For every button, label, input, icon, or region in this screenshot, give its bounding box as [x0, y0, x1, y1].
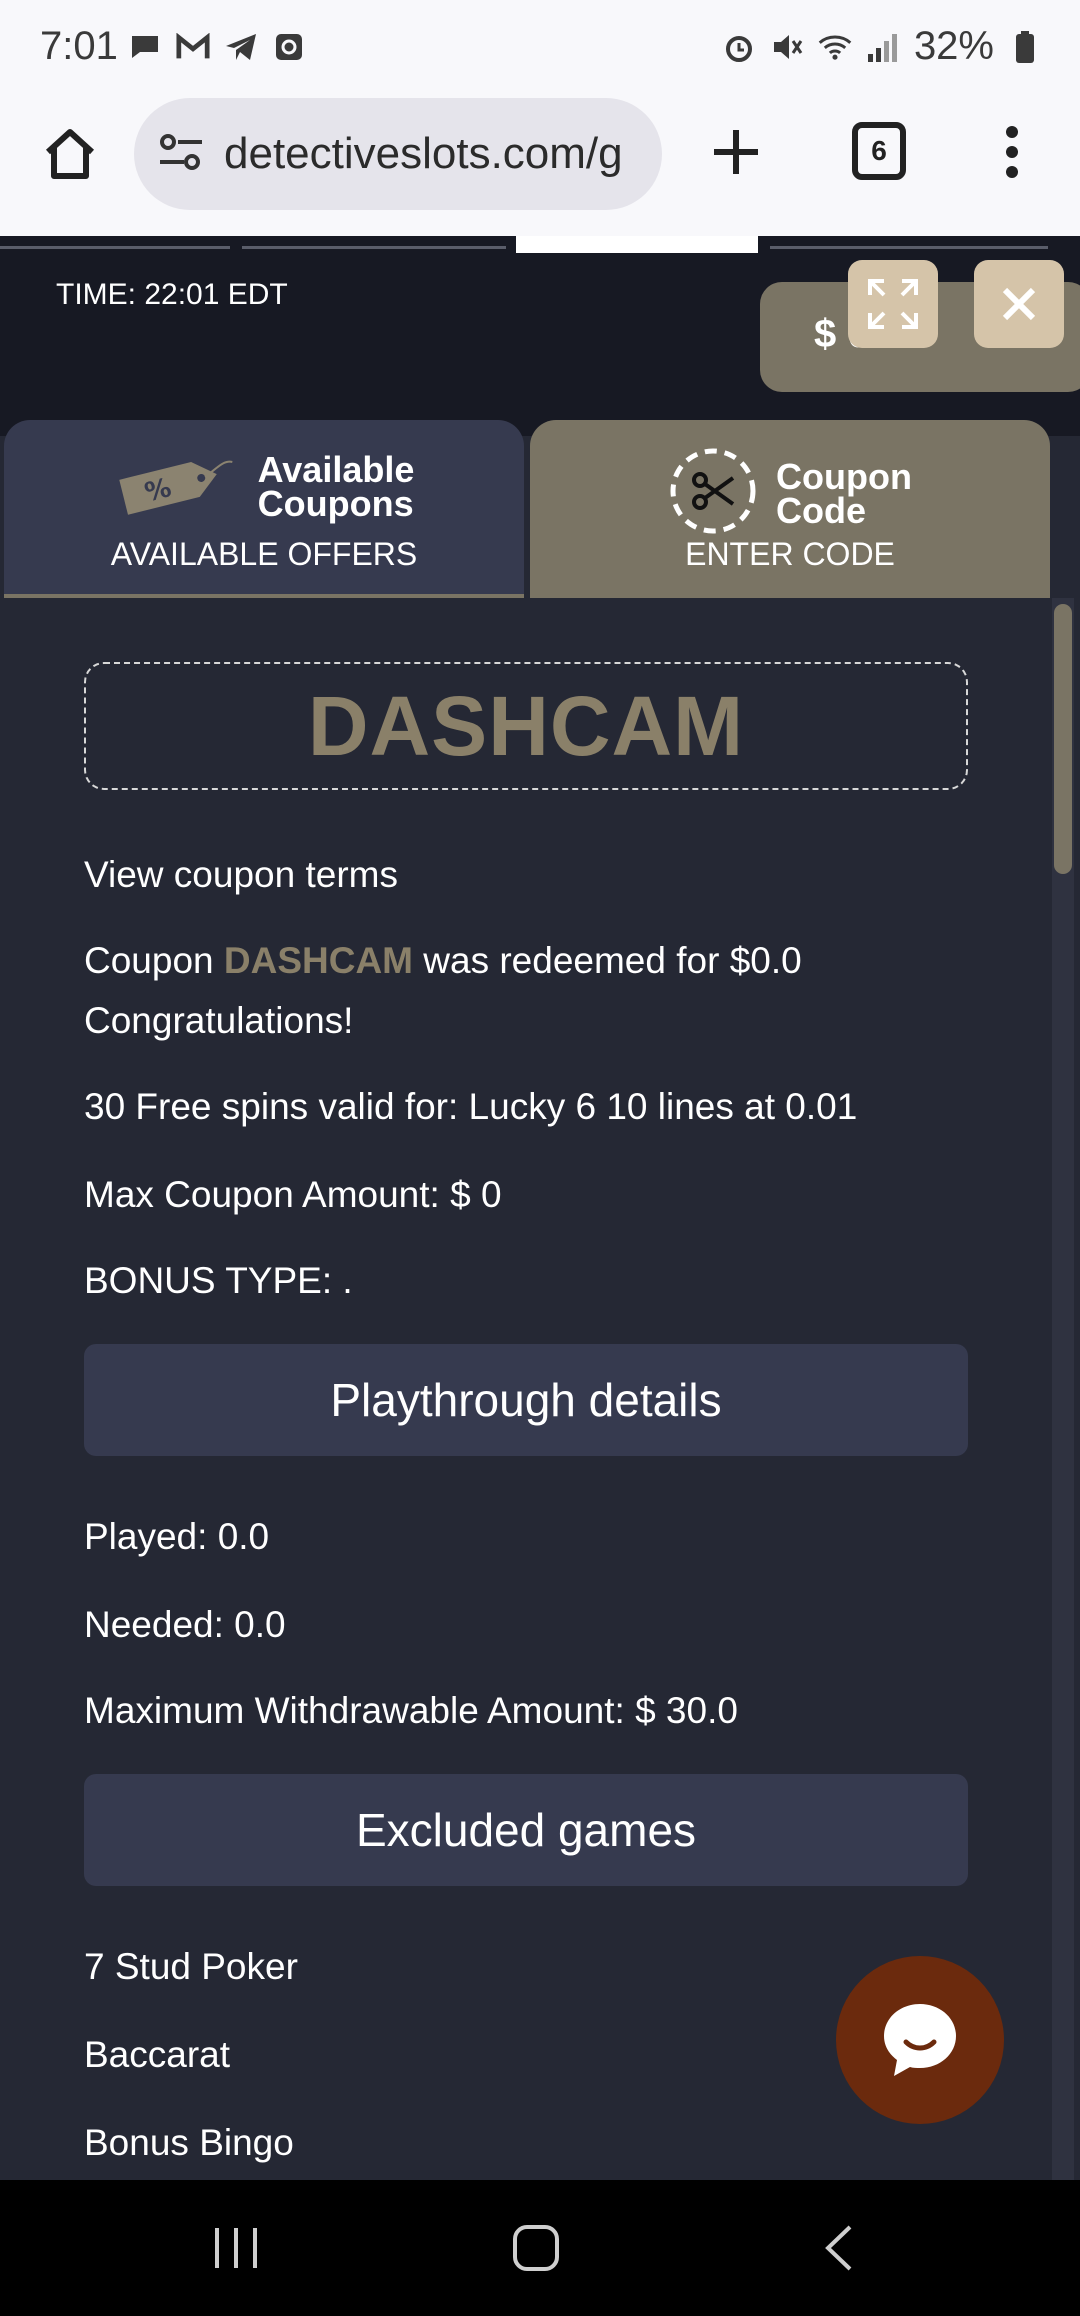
recent-apps-button[interactable] [196, 2218, 276, 2278]
excluded-game-item: 7 Stud Poker [84, 1946, 298, 1987]
excluded-game-item: Baccarat [84, 2034, 231, 2075]
playthrough-details-button[interactable]: Playthrough details [84, 1344, 968, 1456]
gmail-icon [176, 30, 210, 64]
home-icon [45, 129, 95, 179]
home-button[interactable] [34, 118, 106, 190]
new-tab-button[interactable] [700, 116, 772, 188]
redeemed-code: DASHCAM [223, 940, 413, 981]
scrollbar[interactable] [1052, 598, 1074, 2180]
server-time: TIME: 22:01 EDT [56, 278, 288, 311]
alarm-icon [722, 30, 756, 64]
price-tag-icon: % [114, 446, 240, 527]
excluded-games-button[interactable]: Excluded games [84, 1774, 968, 1886]
tab-available-title-1: Available [257, 448, 415, 490]
site-settings-icon[interactable] [158, 132, 204, 177]
mute-icon [770, 30, 804, 64]
redeemed-prefix: Coupon [84, 940, 224, 981]
address-bar[interactable]: detectiveslots.com/g [134, 98, 662, 210]
battery-percent: 32% [913, 24, 994, 68]
browser-toolbar: detectiveslots.com/g 6 [0, 98, 1080, 236]
congrats-message: Congratulations! [84, 1000, 354, 1041]
more-vert-icon [1006, 126, 1018, 178]
home-nav-icon [513, 2225, 559, 2271]
tab-coupon-code[interactable]: Coupon Code ENTER CODE [530, 420, 1050, 598]
plus-icon [714, 130, 758, 174]
system-nav-bar [0, 2180, 1080, 2316]
scissors-icon [668, 446, 758, 541]
excluded-game-item: Bonus Bingo [84, 2122, 294, 2163]
app-icon [272, 30, 306, 64]
scrollbar-thumb[interactable] [1054, 604, 1072, 874]
redeemed-message: Coupon DASHCAM was redeemed for $0.0 [84, 940, 802, 982]
view-terms-link[interactable]: View coupon terms [84, 854, 398, 896]
back-icon [825, 2225, 852, 2271]
chat-bubble-icon [884, 2004, 956, 2076]
fullscreen-button[interactable] [848, 260, 938, 348]
telegram-icon [224, 30, 258, 64]
more-menu-button[interactable] [990, 116, 1034, 188]
coupon-code-display: DASHCAM [84, 662, 968, 790]
url-text[interactable]: detectiveslots.com/g [224, 129, 623, 179]
tab-available-coupons[interactable]: % Available Coupons AVAILABLE OFFERS [4, 420, 524, 598]
chat-icon [128, 30, 162, 64]
tab-switcher-button[interactable]: 6 [852, 122, 906, 180]
home-nav-button[interactable] [496, 2218, 576, 2278]
played-amount: Played: 0.0 [84, 1516, 270, 1557]
needed-amount: Needed: 0.0 [84, 1604, 286, 1645]
tab-code-subtitle: ENTER CODE [685, 536, 895, 572]
tab-code-title-2: Code [776, 489, 867, 531]
progress-tabs [0, 236, 1080, 253]
close-button[interactable] [974, 260, 1064, 348]
recent-apps-icon [215, 2228, 257, 2268]
expand-icon [868, 279, 918, 329]
free-spins-info: 30 Free spins valid for: Lucky 6 10 line… [84, 1086, 858, 1127]
max-coupon-amount: Max Coupon Amount: $ 0 [84, 1174, 502, 1215]
redeemed-suffix: was redeemed for $0.0 [413, 940, 802, 981]
status-bar: 7:01 32% [0, 0, 1080, 98]
bonus-type: BONUS TYPE: . [84, 1260, 353, 1301]
tab-code-title-1: Coupon [776, 455, 912, 497]
live-chat-button[interactable] [836, 1956, 1004, 2124]
tab-available-subtitle: AVAILABLE OFFERS [110, 536, 418, 572]
status-time: 7:01 [40, 24, 118, 68]
battery-icon [1008, 30, 1042, 64]
max-withdrawable: Maximum Withdrawable Amount: $ 30.0 [84, 1690, 738, 1731]
tab-available-title-2: Coupons [257, 482, 414, 524]
close-icon [1002, 287, 1036, 321]
page-content: TIME: 22:01 EDT $ 0.01 % [0, 236, 1080, 2180]
signal-icon [866, 30, 900, 64]
back-button[interactable] [800, 2218, 880, 2278]
wifi-icon [818, 30, 852, 64]
